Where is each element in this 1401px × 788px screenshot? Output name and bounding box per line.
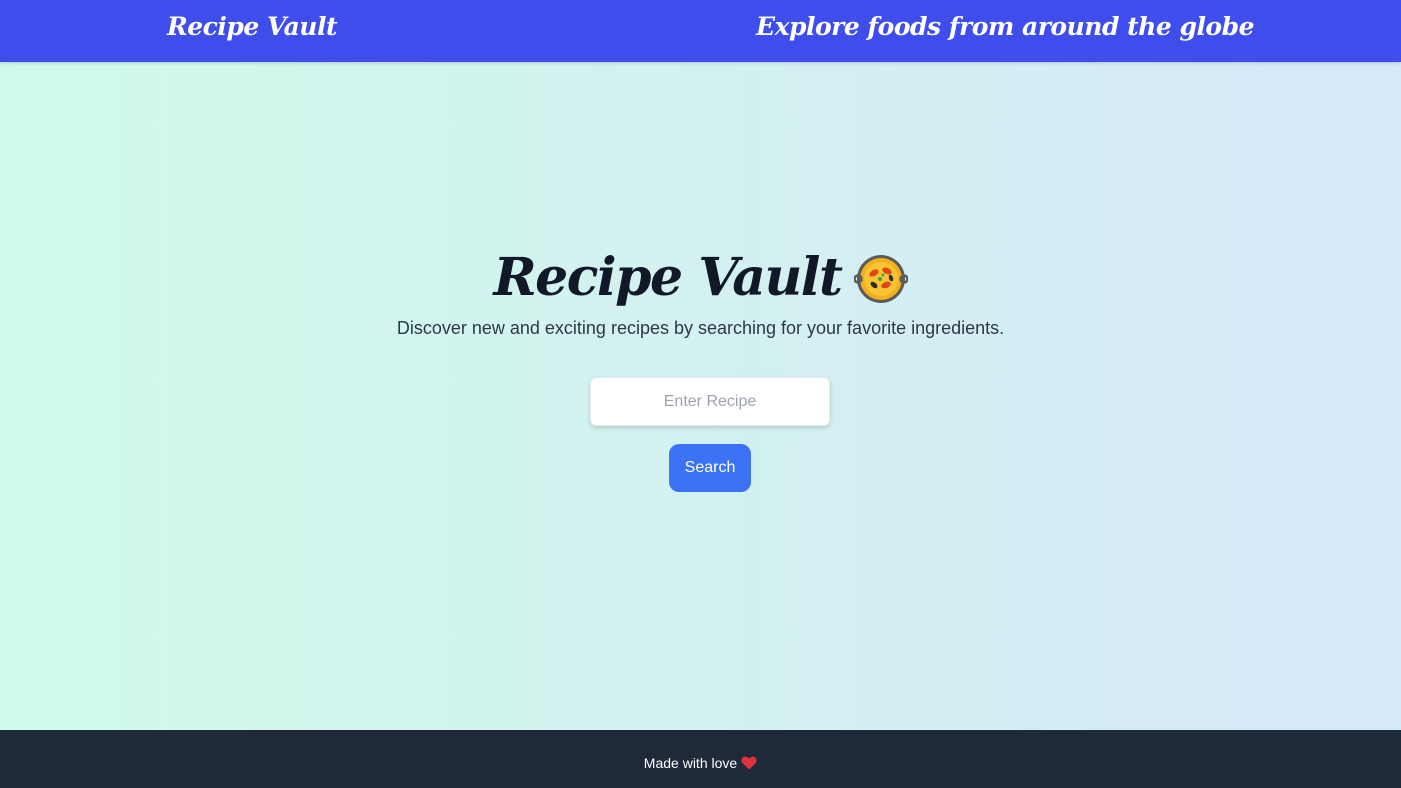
paella-icon: [853, 255, 908, 303]
page-title-row: Recipe Vault: [493, 240, 908, 316]
page-subtitle: Discover new and exciting recipes by sea…: [396, 318, 1005, 338]
heart-icon: [741, 756, 757, 770]
page-footer: Made with love: [0, 730, 1401, 788]
hero-section: Recipe Vault Discover new and exciting r…: [0, 240, 1401, 339]
footer-text: Made with love: [643, 755, 738, 771]
header-tagline: Explore foods from around the globe: [756, 12, 1254, 41]
brand-logo-text[interactable]: Recipe Vault: [167, 12, 338, 41]
page-title: Recipe Vault: [493, 247, 843, 308]
recipe-search-input[interactable]: [590, 377, 830, 426]
footer-credit: Made with love: [644, 755, 757, 771]
search-button[interactable]: Search: [669, 444, 751, 492]
top-navbar: Recipe Vault Explore foods from around t…: [0, 0, 1401, 62]
